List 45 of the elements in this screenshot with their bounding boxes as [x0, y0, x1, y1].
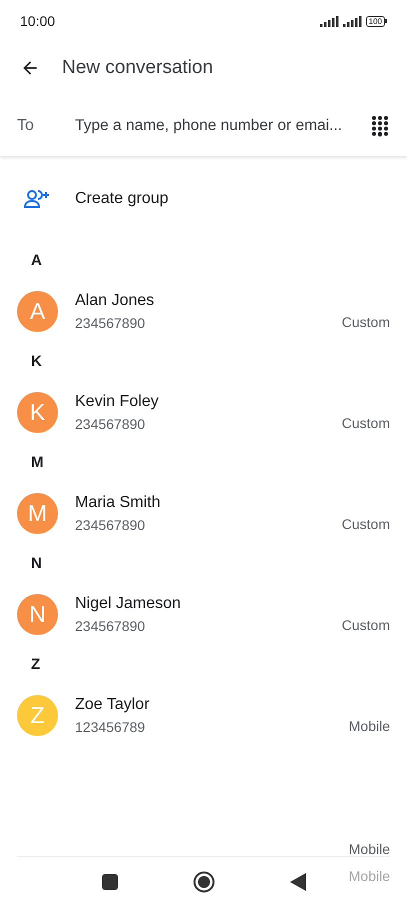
- contact-row[interactable]: M Maria Smith 234567890 Custom: [0, 482, 407, 545]
- section-letter: K: [31, 352, 42, 372]
- number-type: Mobile: [348, 867, 390, 886]
- contact-avatar: M: [17, 493, 58, 534]
- number-type: Custom: [342, 515, 390, 534]
- to-label: To: [17, 116, 35, 136]
- section-letter: N: [31, 554, 42, 574]
- battery-icon: 100: [366, 16, 387, 26]
- screen-title: New conversation: [62, 56, 214, 80]
- contact-avatar: A: [17, 291, 58, 332]
- back-icon[interactable]: [290, 872, 306, 890]
- contact-avatar: K: [17, 392, 58, 433]
- contact-name: Zoe Taylor: [75, 695, 150, 715]
- home-icon[interactable]: [192, 870, 214, 892]
- number-type: Mobile: [348, 840, 390, 859]
- contact-avatar: Z: [17, 695, 58, 736]
- contact-number: 234567890: [75, 314, 146, 333]
- contact-row[interactable]: N Nigel Jameson 234567890 Custom: [0, 583, 407, 646]
- create-group-button[interactable]: Create group: [75, 187, 168, 211]
- contact-name: Maria Smith: [75, 493, 162, 513]
- contact-row[interactable]: Z Zoe Taylor 123456789 Mobile: [0, 684, 407, 747]
- contact-number: 234567890: [75, 617, 146, 636]
- number-type: Custom: [342, 616, 390, 635]
- number-type: Custom: [342, 414, 390, 433]
- status-time: 10:00: [20, 12, 56, 30]
- contact-name: Nigel Jameson: [75, 594, 182, 614]
- recents-icon[interactable]: [102, 874, 118, 890]
- contact-number: 123456789: [75, 718, 146, 737]
- number-type: Custom: [342, 313, 390, 332]
- recipient-field[interactable]: Type a name, phone number or emai...: [75, 114, 365, 138]
- section-letter: A: [31, 250, 42, 271]
- signal-icon: [320, 16, 339, 26]
- contact-name: Alan Jones: [75, 291, 156, 311]
- add-group-icon: [24, 189, 51, 209]
- signal-icon: [342, 16, 362, 26]
- contact-number: 234567890: [75, 516, 146, 535]
- contact-name: Kevin Foley: [75, 392, 160, 412]
- contact-row[interactable]: K Kevin Foley 234567890 Custom: [0, 381, 407, 444]
- contact-avatar: N: [17, 594, 58, 635]
- section-letter: Z: [31, 654, 40, 675]
- contact-row[interactable]: A Alan Jones 234567890 Custom: [0, 280, 407, 343]
- section-letter: M: [31, 452, 44, 473]
- dialpad-icon[interactable]: [371, 115, 389, 137]
- number-type: Mobile: [348, 717, 390, 736]
- contact-number: 234567890: [75, 415, 146, 434]
